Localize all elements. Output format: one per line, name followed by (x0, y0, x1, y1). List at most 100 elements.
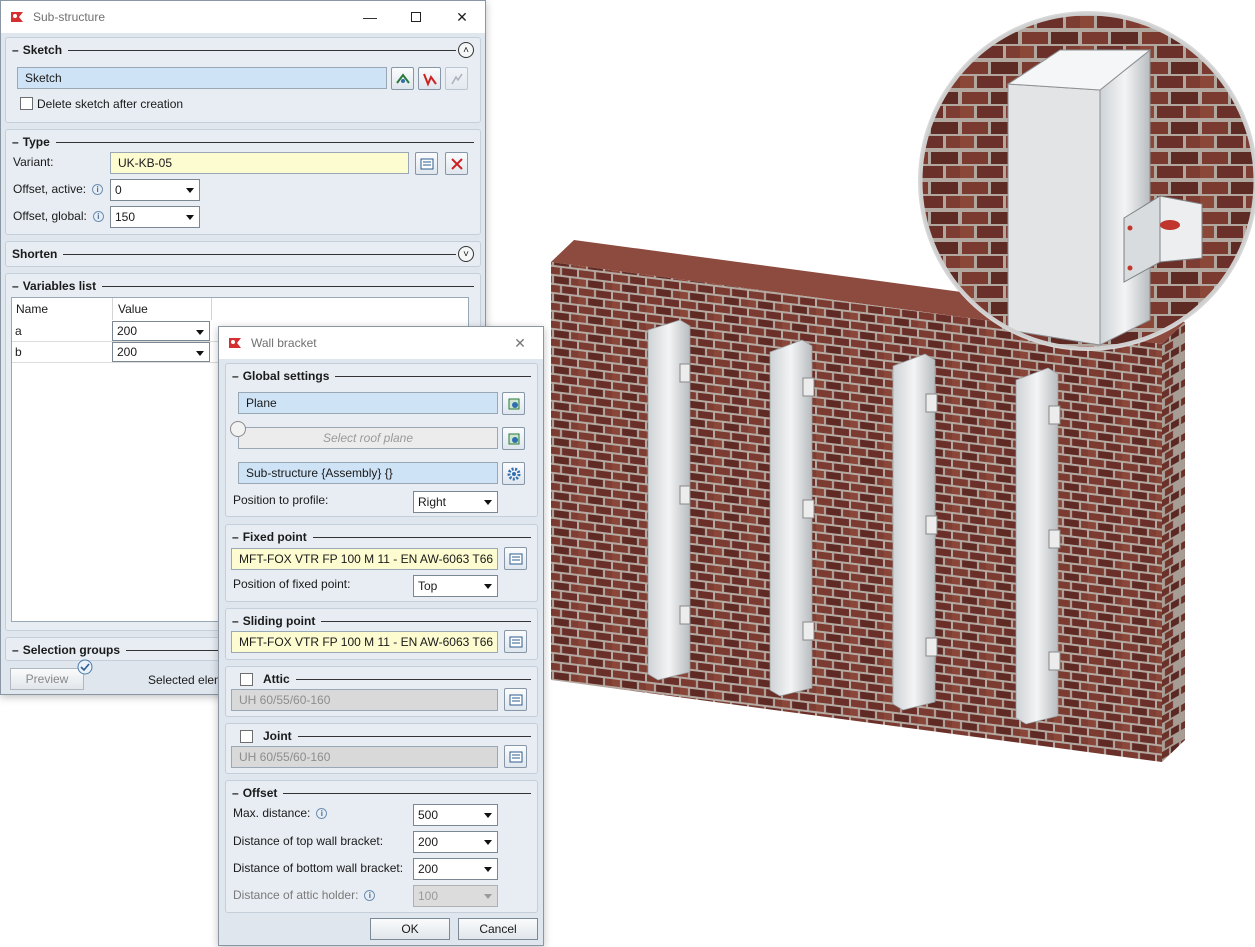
bottom-distance-select[interactable]: 200 (413, 858, 498, 880)
pick-plane-button[interactable] (502, 392, 525, 415)
info-icon[interactable]: i (364, 890, 376, 902)
sketch-edit-icon (422, 73, 437, 87)
sketch-draw-icon (450, 73, 463, 84)
chevron-down-icon (186, 215, 194, 220)
offset-global-select[interactable]: 150 (110, 206, 200, 228)
detail-zoom-circle (918, 11, 1255, 351)
attic-distance-select[interactable]: 100 (413, 885, 498, 907)
catalog-icon (509, 694, 522, 705)
sketch-draw-button[interactable] (445, 67, 468, 90)
variables-section-title: Variables list (22, 279, 97, 293)
collapse-up-icon[interactable]: ˄ (458, 42, 474, 58)
close-button[interactable]: ✕ (497, 327, 543, 359)
chevron-down-icon (484, 584, 492, 589)
position-to-profile-select[interactable]: Right (413, 491, 498, 513)
wall-bracket-titlebar[interactable]: Wall bracket ✕ (219, 327, 543, 359)
shorten-section: Shorten ˅ (5, 241, 481, 267)
type-section-title: Type (22, 135, 50, 149)
delete-sketch-label: Delete sketch after creation (37, 97, 184, 111)
chevron-down-icon (196, 330, 204, 335)
variant-label: Variant: (13, 155, 54, 169)
app-logo-icon (227, 335, 243, 351)
assembly-settings-button[interactable] (502, 462, 525, 485)
substructure-title: Sub-structure (33, 10, 106, 24)
chevron-down-icon (484, 867, 492, 872)
attic-checkbox[interactable] (240, 672, 253, 686)
offset-active-label: Offset, active: i (13, 182, 104, 196)
bottom-distance-label: Distance of bottom wall bracket: (233, 861, 404, 875)
gear-icon (507, 467, 520, 480)
column-header-name[interactable]: Name (12, 298, 113, 320)
catalog-icon (509, 636, 522, 647)
sliding-point-catalog-button[interactable] (504, 630, 527, 653)
joint-checkbox[interactable] (240, 729, 253, 743)
app-logo-icon (9, 9, 25, 25)
chevron-down-icon (484, 840, 492, 845)
preview-check-icon (77, 659, 93, 675)
offset-active-select[interactable]: 0 (110, 179, 200, 201)
top-distance-select[interactable]: 200 (413, 831, 498, 853)
joint-catalog-button[interactable] (504, 745, 527, 768)
3d-viewport[interactable] (545, 0, 1255, 947)
sliding-point-field[interactable]: MFT-FOX VTR FP 100 M 11 - EN AW-6063 T66 (231, 631, 498, 653)
assembly-field[interactable]: Sub-structure {Assembly} {} (238, 462, 498, 484)
roof-plane-field[interactable]: Select roof plane (238, 427, 498, 449)
position-fixed-point-select[interactable]: Top (413, 575, 498, 597)
attic-field[interactable]: UH 60/55/60-160 (231, 689, 498, 711)
row-name-cell: b (15, 345, 22, 359)
chevron-down-icon (484, 500, 492, 505)
expand-down-icon[interactable]: ˅ (458, 246, 474, 262)
info-icon[interactable]: i (316, 808, 328, 820)
profile-rail (769, 339, 815, 697)
close-button[interactable]: ✕ (439, 1, 485, 33)
maximize-button[interactable] (393, 1, 439, 33)
variant-field[interactable]: UK-KB-05 (110, 152, 409, 174)
max-distance-select[interactable]: 500 (413, 804, 498, 826)
pick-sketch-icon (395, 72, 410, 84)
sketch-edit-button[interactable] (418, 67, 441, 90)
row-value-select[interactable]: 200 (112, 342, 210, 362)
row-name-cell: a (15, 324, 22, 338)
preview-button[interactable]: Preview (10, 668, 84, 690)
substructure-titlebar[interactable]: Sub-structure — ✕ (1, 1, 485, 33)
maximize-icon (411, 12, 421, 22)
wall-bracket-dialog: Wall bracket ✕ – Global settings Plane S… (218, 326, 544, 946)
offset-global-label: Offset, global: i (13, 209, 104, 223)
delete-sketch-checkbox[interactable] (20, 97, 33, 110)
chevron-down-icon (484, 813, 492, 818)
offset-title: Offset (242, 786, 278, 800)
top-distance-label: Distance of top wall bracket: (233, 834, 384, 848)
info-icon[interactable]: i (92, 211, 104, 223)
selected-elements-text: Selected elem (148, 673, 225, 687)
ok-button[interactable]: OK (370, 918, 450, 940)
attic-catalog-button[interactable] (504, 688, 527, 711)
row-value-select[interactable]: 200 (112, 321, 210, 341)
pick-plane-icon (508, 433, 519, 444)
roof-plane-toggle[interactable] (230, 421, 246, 437)
minimize-button[interactable]: — (347, 1, 393, 33)
variant-catalog-button[interactable] (415, 152, 438, 175)
pick-plane-icon (508, 398, 519, 409)
pick-roof-plane-button[interactable] (502, 427, 525, 450)
info-icon[interactable]: i (92, 184, 104, 196)
plane-field[interactable]: Plane (238, 392, 498, 414)
profile-rail (647, 319, 691, 681)
sketch-field[interactable]: Sketch (17, 67, 387, 89)
profile-rail (892, 353, 938, 711)
column-header-value[interactable]: Value (114, 298, 212, 320)
selection-groups-title: Selection groups (22, 643, 121, 657)
catalog-icon (509, 553, 522, 564)
max-distance-label: Max. distance: i (233, 806, 328, 820)
cancel-button[interactable]: Cancel (458, 918, 538, 940)
chevron-down-icon (196, 351, 204, 356)
fixed-point-catalog-button[interactable] (504, 547, 527, 570)
variant-clear-button[interactable] (445, 152, 468, 175)
attic-distance-label: Distance of attic holder: i (233, 888, 376, 902)
pick-sketch-button[interactable] (391, 67, 414, 90)
profile-rail (1015, 367, 1061, 725)
clear-x-icon (450, 157, 463, 170)
shorten-section-title: Shorten (12, 247, 58, 261)
joint-field[interactable]: UH 60/55/60-160 (231, 746, 498, 768)
attic-title: Attic (263, 672, 290, 686)
fixed-point-field[interactable]: MFT-FOX VTR FP 100 M 11 - EN AW-6063 T66 (231, 548, 498, 570)
